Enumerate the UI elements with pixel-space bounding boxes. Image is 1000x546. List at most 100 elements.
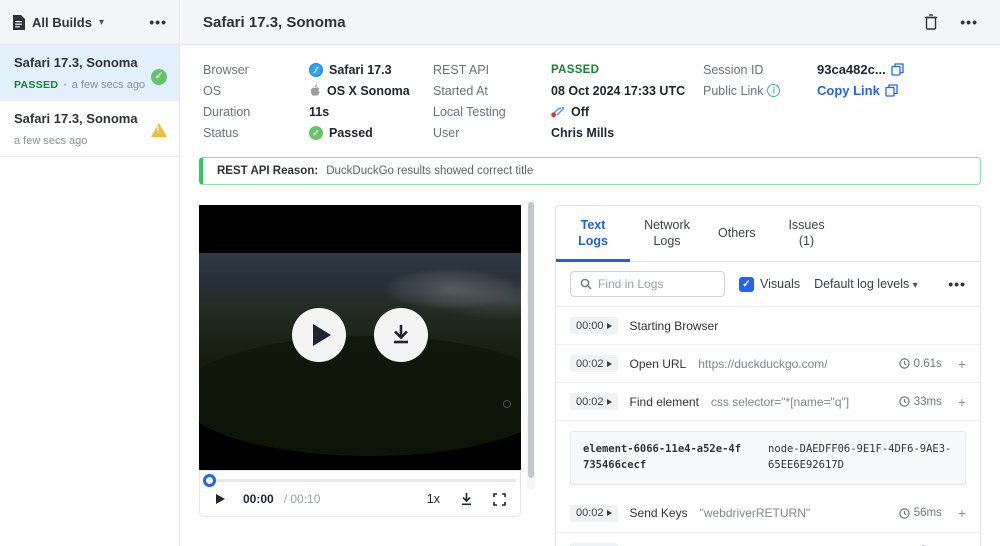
play-icon[interactable] [216,494,225,504]
log-levels-dropdown[interactable]: Default log levels ▾ [814,277,918,291]
logs-panel: Text Logs Network Logs Others Issues (1)… [555,205,981,546]
delete-session-button[interactable] [924,14,938,30]
log-detail: css selector="*[name="q"] [711,395,849,409]
expand-plus-button[interactable]: + [958,394,966,410]
builds-header: All Builds ▾ ••• [0,0,179,45]
public-link-label: Public Link [703,84,763,98]
log-row[interactable]: 00:00 Starting Browser [556,307,980,345]
log-duration: 56ms [899,507,942,519]
build-status-badge: PASSED [14,79,58,91]
element-id: element-6066-11e4-a52e-4f735466cecf [583,442,742,474]
play-video-button[interactable] [292,308,346,362]
clock-icon [899,396,910,407]
log-action: Send Keys [630,506,688,520]
expand-caret-icon [607,323,612,329]
meta-column-1: Browser Safari 17.3 OS OS X Sonoma Durat… [203,59,433,143]
user-value: Chris Mills [551,126,703,140]
element-result-block: element-6066-11e4-a52e-4f735466cecf node… [570,431,966,485]
status-value: ✓ Passed [309,126,433,140]
os-value: OS X Sonoma [309,84,433,98]
warning-triangle-icon [151,123,167,137]
session-more-button[interactable]: ••• [960,14,978,30]
log-action: Find element [630,395,699,409]
download-icon[interactable] [460,492,473,506]
meta-label: OS [203,84,283,98]
log-action: Open URL [630,357,687,371]
session-id-value[interactable]: 93ca482c... [817,62,904,77]
session-header: Safari 17.3, Sonoma ••• [181,0,1000,45]
log-duration: 33ms [899,396,942,408]
session-title: Safari 17.3, Sonoma [203,14,346,31]
safari-icon [309,63,323,77]
copy-icon [885,84,898,97]
info-icon[interactable]: i [767,84,780,97]
log-timestamp[interactable]: 00:02 [570,355,618,372]
meta-label: REST API [433,63,525,77]
meta-label: Public Link i [703,84,791,98]
builds-more-button[interactable]: ••• [149,14,167,30]
expand-caret-icon [607,510,612,516]
video-progress-handle[interactable] [203,474,216,487]
tab-network-logs[interactable]: Network Logs [630,206,704,261]
log-row[interactable]: 00:02 Open URL https://duckduckgo.com/ 0… [556,345,980,383]
log-action: Starting Browser [630,319,719,333]
session-meta: Browser Safari 17.3 OS OS X Sonoma Durat… [181,45,1000,155]
meta-label: User [433,126,525,140]
log-row[interactable]: 00:04 Get page title 8ms + [556,533,980,546]
video-progress-bar[interactable] [204,479,516,482]
build-subline: a few secs ago [14,135,167,147]
status-text: Passed [329,126,373,140]
tab-issues[interactable]: Issues (1) [770,206,844,261]
meta-label: Status [203,126,283,140]
visuals-checkbox[interactable]: ✓ [739,277,754,292]
tab-text-logs[interactable]: Text Logs [556,206,630,261]
log-timestamp[interactable]: 00:02 [570,393,618,410]
expand-caret-icon [607,361,612,367]
expand-plus-button[interactable]: + [958,505,966,521]
log-duration: 0.61s [899,358,942,370]
play-icon [313,324,331,346]
expand-plus-button[interactable]: + [958,356,966,372]
log-timestamp[interactable]: 00:02 [570,505,618,522]
log-timestamp[interactable]: 00:00 [570,317,618,334]
video-frame[interactable] [199,205,521,470]
dot-separator: • [63,80,67,91]
log-search-input[interactable] [598,277,708,291]
meta-label: Browser [203,63,283,77]
builds-filter-label[interactable]: All Builds [32,15,92,30]
copy-link-text: Copy Link [817,83,880,98]
video-current-time: 00:00 [243,492,274,506]
video-player: 00:00 / 00:10 1x [199,205,521,517]
apple-icon [309,84,321,98]
logs-more-button[interactable]: ••• [948,276,966,292]
document-icon [12,15,25,30]
browser-name: Safari 17.3 [329,63,392,77]
download-video-button[interactable] [374,308,428,362]
session-content: 00:00 / 00:10 1x [181,175,1000,546]
chevron-down-icon[interactable]: ▾ [99,17,104,28]
build-list-item-selected[interactable]: Safari 17.3, Sonoma PASSED • a few secs … [0,45,179,101]
meta-label: Duration [203,105,283,119]
log-row[interactable]: 00:02 Send Keys "webdriverRETURN" 56ms + [556,495,980,533]
build-subline: PASSED • a few secs ago [14,79,167,91]
build-list-item[interactable]: Safari 17.3, Sonoma a few secs ago [0,101,179,157]
logs-tabs: Text Logs Network Logs Others Issues (1) [556,206,980,262]
tab-others[interactable]: Others [704,206,770,261]
clock-icon [899,358,910,369]
os-name: OS X Sonoma [327,84,410,98]
scrollbar-thumb[interactable] [528,202,534,478]
browser-value: Safari 17.3 [309,63,433,77]
log-detail: "webdriverRETURN" [700,506,811,520]
visuals-label[interactable]: Visuals [760,277,800,291]
copy-link-button[interactable]: Copy Link [817,83,904,98]
search-icon [580,278,592,290]
playback-speed-button[interactable]: 1x [427,492,440,506]
log-search[interactable] [570,271,725,297]
check-circle-icon: ✓ [151,69,167,85]
fullscreen-icon[interactable] [493,493,506,506]
log-row[interactable]: 00:02 Find element css selector="*[name=… [556,383,980,421]
meta-label: Started At [433,84,525,98]
log-detail: https://duckduckgo.com/ [698,357,827,371]
copy-icon[interactable] [891,63,904,76]
meta-label: Local Testing [433,105,525,119]
